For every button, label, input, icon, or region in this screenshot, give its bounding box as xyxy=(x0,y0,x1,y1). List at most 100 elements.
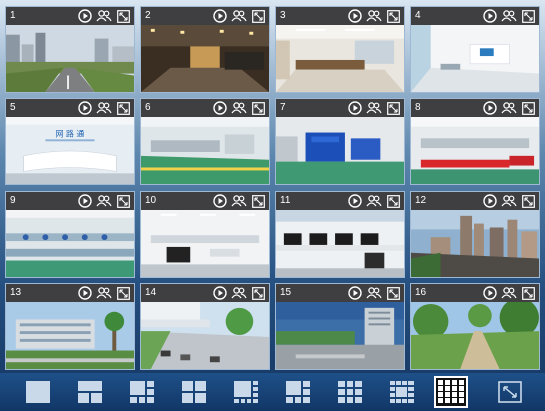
user-group-icon[interactable] xyxy=(96,100,112,116)
camera-tile-3[interactable]: 3 xyxy=(275,6,405,93)
play-icon[interactable] xyxy=(77,100,93,116)
tile-number: 14 xyxy=(145,287,157,298)
fullscreen-icon[interactable] xyxy=(115,100,131,116)
layout-16-split-button[interactable] xyxy=(434,376,468,408)
play-icon[interactable] xyxy=(77,8,93,24)
play-icon[interactable] xyxy=(347,193,363,209)
user-group-icon[interactable] xyxy=(231,193,247,209)
play-icon[interactable] xyxy=(347,8,363,24)
camera-feed-office-hall xyxy=(411,25,539,92)
tile-header: 16 xyxy=(411,284,539,302)
layout-1-split-button[interactable] xyxy=(24,378,52,406)
camera-feed-city-road xyxy=(6,25,134,92)
play-icon[interactable] xyxy=(212,8,228,24)
camera-tile-10[interactable]: 10 xyxy=(140,191,270,278)
play-icon[interactable] xyxy=(482,100,498,116)
layout-4-split-button[interactable] xyxy=(76,378,104,406)
fullscreen-icon[interactable] xyxy=(115,285,131,301)
layout-8-split-button[interactable] xyxy=(232,378,260,406)
camera-feed-city-skyline xyxy=(411,210,539,277)
layout-9-split-button[interactable] xyxy=(284,378,312,406)
tile-header: 14 xyxy=(141,284,269,302)
fullscreen-icon[interactable] xyxy=(385,193,401,209)
tile-header: 15 xyxy=(276,284,404,302)
fullscreen-icon[interactable] xyxy=(520,100,536,116)
fullscreen-icon[interactable] xyxy=(250,193,266,209)
user-group-icon[interactable] xyxy=(501,193,517,209)
user-group-icon[interactable] xyxy=(366,193,382,209)
layout-4-split-alt-button[interactable] xyxy=(180,378,208,406)
play-icon[interactable] xyxy=(212,100,228,116)
play-icon[interactable] xyxy=(482,193,498,209)
camera-tile-9[interactable]: 9 xyxy=(5,191,135,278)
tile-header: 8 xyxy=(411,99,539,117)
camera-tile-1[interactable]: 1 xyxy=(5,6,135,93)
user-group-icon[interactable] xyxy=(96,8,112,24)
layout-13-split-button[interactable] xyxy=(388,378,416,406)
layout-6-icon xyxy=(130,381,154,403)
camera-feed-open-office xyxy=(141,210,269,277)
user-group-icon[interactable] xyxy=(366,100,382,116)
user-group-icon[interactable] xyxy=(231,285,247,301)
fullscreen-icon[interactable] xyxy=(115,8,131,24)
camera-tile-8[interactable]: 8 xyxy=(410,98,540,185)
fullscreen-toggle-button[interactable] xyxy=(496,378,524,406)
user-group-icon[interactable] xyxy=(501,285,517,301)
camera-tile-2[interactable]: 2 xyxy=(140,6,270,93)
fullscreen-icon xyxy=(498,381,522,403)
fullscreen-icon[interactable] xyxy=(520,285,536,301)
user-group-icon[interactable] xyxy=(501,100,517,116)
fullscreen-icon[interactable] xyxy=(385,285,401,301)
camera-tile-5[interactable]: 5 网 路 通 xyxy=(5,98,135,185)
play-icon[interactable] xyxy=(212,285,228,301)
tile-number: 13 xyxy=(10,287,22,298)
user-group-icon[interactable] xyxy=(501,8,517,24)
fullscreen-icon[interactable] xyxy=(250,8,266,24)
play-icon[interactable] xyxy=(77,193,93,209)
camera-tile-16[interactable]: 16 xyxy=(410,283,540,370)
reception-sign-text: 网 路 通 xyxy=(56,128,85,138)
camera-feed-workstations xyxy=(276,210,404,277)
fullscreen-icon[interactable] xyxy=(115,193,131,209)
tile-number: 9 xyxy=(10,195,16,206)
play-icon[interactable] xyxy=(347,285,363,301)
fullscreen-icon[interactable] xyxy=(250,100,266,116)
play-icon[interactable] xyxy=(482,8,498,24)
camera-feed-reception: 网 路 通 xyxy=(6,117,134,184)
camera-tile-12[interactable]: 12 xyxy=(410,191,540,278)
camera-tile-14[interactable]: 14 xyxy=(140,283,270,370)
camera-tile-7[interactable]: 7 xyxy=(275,98,405,185)
tile-number: 16 xyxy=(415,287,427,298)
play-icon[interactable] xyxy=(212,193,228,209)
user-group-icon[interactable] xyxy=(231,8,247,24)
layout-12-split-button[interactable] xyxy=(336,378,364,406)
fullscreen-icon[interactable] xyxy=(250,285,266,301)
play-icon[interactable] xyxy=(347,100,363,116)
user-group-icon[interactable] xyxy=(366,285,382,301)
layout-13-icon xyxy=(390,381,414,403)
camera-tile-15[interactable]: 15 xyxy=(275,283,405,370)
user-group-icon[interactable] xyxy=(231,100,247,116)
tile-header: 7 xyxy=(276,99,404,117)
user-group-icon[interactable] xyxy=(96,193,112,209)
camera-tile-13[interactable]: 13 xyxy=(5,283,135,370)
layout-16-icon xyxy=(438,380,464,403)
layout-6-split-button[interactable] xyxy=(128,378,156,406)
play-icon[interactable] xyxy=(482,285,498,301)
tile-header: 4 xyxy=(411,7,539,25)
layout-9-icon xyxy=(286,381,310,403)
tile-number: 3 xyxy=(280,10,286,21)
fullscreen-icon[interactable] xyxy=(385,100,401,116)
tile-number: 1 xyxy=(10,10,16,21)
user-group-icon[interactable] xyxy=(366,8,382,24)
camera-feed-warehouse xyxy=(276,117,404,184)
user-group-icon[interactable] xyxy=(96,285,112,301)
fullscreen-icon[interactable] xyxy=(520,8,536,24)
fullscreen-icon[interactable] xyxy=(520,193,536,209)
play-icon[interactable] xyxy=(77,285,93,301)
camera-tile-4[interactable]: 4 xyxy=(410,6,540,93)
tile-number: 4 xyxy=(415,10,421,21)
camera-tile-6[interactable]: 6 xyxy=(140,98,270,185)
camera-tile-11[interactable]: 11 xyxy=(275,191,405,278)
fullscreen-icon[interactable] xyxy=(385,8,401,24)
